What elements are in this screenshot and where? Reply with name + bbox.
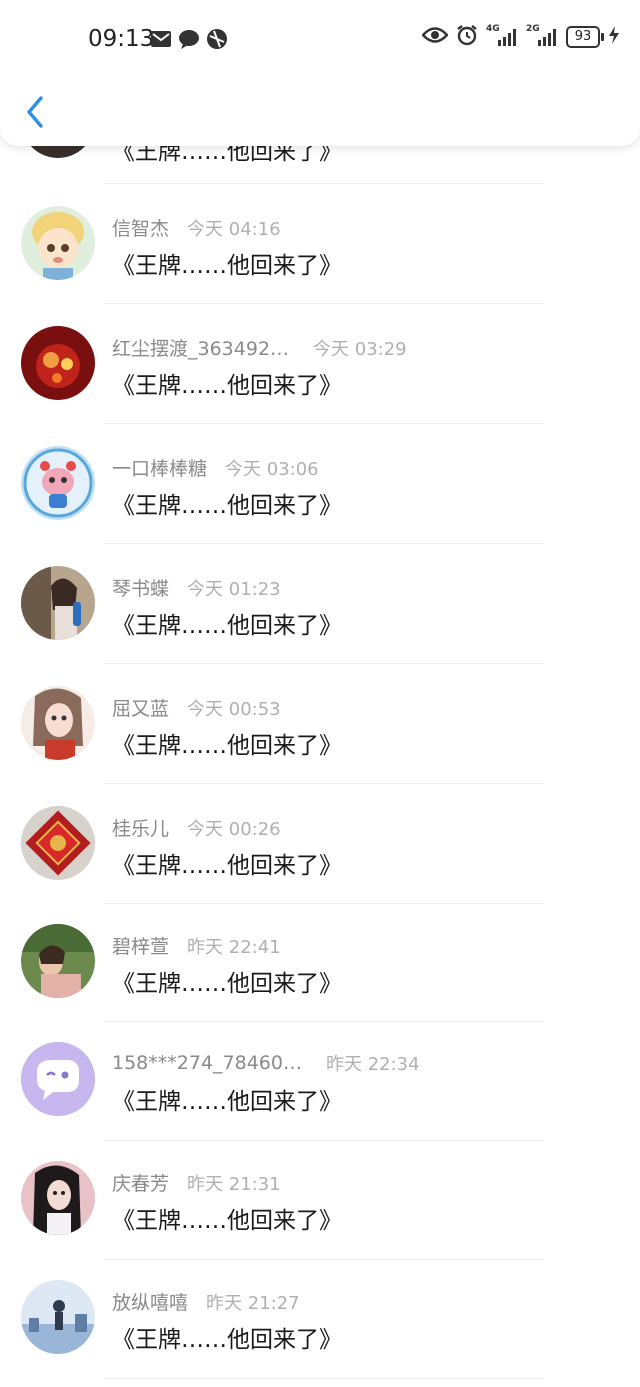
message-time: 今天 00:26 — [187, 818, 281, 840]
message-meta: 红尘摆渡_363492… 今天 03:29 — [112, 334, 407, 361]
message-time: 今天 03:06 — [225, 458, 319, 480]
sender-name[interactable]: 放纵嘻嘻 — [112, 1288, 188, 1315]
message-text: 《王牌……他回来了》 — [112, 253, 342, 279]
list-item[interactable]: 红尘摆渡_363492… 今天 03:29 《王牌……他回来了》 — [0, 304, 640, 424]
message-meta: 一口棒棒糖 今天 03:06 — [112, 454, 319, 481]
list-item[interactable]: 放纵嘻嘻 昨天 21:27 《王牌……他回来了》 — [0, 1260, 640, 1380]
list-item[interactable]: 桂乐儿 今天 00:26 《王牌……他回来了》 — [0, 784, 640, 904]
mail-icon — [150, 28, 172, 50]
avatar[interactable] — [21, 924, 95, 998]
message-time: 今天 04:16 — [187, 218, 281, 240]
message-text: 《王牌……他回来了》 — [112, 1089, 342, 1115]
signal-4g-icon: 4G — [486, 24, 518, 48]
avatar[interactable] — [21, 566, 95, 640]
message-meta: 庆春芳 昨天 21:31 — [112, 1169, 281, 1196]
alarm-icon — [456, 24, 478, 50]
list-item[interactable]: 一口棒棒糖 今天 03:06 《王牌……他回来了》 — [0, 424, 640, 544]
avatar[interactable] — [21, 686, 95, 760]
sender-name[interactable]: 158***274_78460… — [112, 1052, 302, 1074]
message-time: 昨天 22:34 — [325, 1054, 420, 1075]
battery-indicator: 93 — [566, 26, 604, 48]
avatar[interactable] — [21, 446, 95, 520]
message-time: 昨天 21:31 — [187, 1173, 281, 1195]
list-item[interactable]: 158***274_78460… 昨天 22:34 《王牌……他回来了》 — [0, 1022, 640, 1142]
message-meta: 158***274_78460… 昨天 22:34 — [112, 1050, 420, 1076]
avatar[interactable] — [21, 1042, 95, 1116]
sender-name[interactable]: 庆春芳 — [112, 1169, 169, 1196]
browser-icon — [206, 28, 228, 50]
sender-name[interactable]: 红尘摆渡_363492… — [112, 334, 289, 361]
sender-name[interactable]: 碧梓萱 — [112, 932, 169, 959]
message-time: 今天 00:53 — [187, 698, 281, 720]
avatar[interactable] — [21, 1280, 95, 1354]
message-text: 《王牌……他回来了》 — [112, 373, 342, 399]
message-text: 《王牌……他回来了》 — [112, 493, 342, 519]
message-meta: 桂乐儿 今天 00:26 — [112, 814, 281, 841]
avatar[interactable] — [21, 206, 95, 280]
list-item[interactable]: 琴书蝶 今天 01:23 《王牌……他回来了》 — [0, 544, 640, 664]
message-time: 昨天 21:27 — [206, 1292, 300, 1314]
status-bar: 09:13 4G 2G 93 — [0, 0, 640, 80]
avatar[interactable] — [21, 326, 95, 400]
signal-2g-icon: 2G — [526, 24, 558, 48]
message-meta: 信智杰 今天 04:16 — [112, 214, 281, 241]
message-text: 《王牌……他回来了》 — [112, 971, 342, 997]
message-time: 今天 03:29 — [313, 338, 407, 360]
system-icons: 4G 2G 93 — [421, 24, 620, 50]
divider — [104, 1378, 544, 1379]
clock: 09:13 — [88, 26, 155, 52]
message-meta: 屈又蓝 今天 00:53 — [112, 694, 281, 721]
avatar[interactable] — [21, 1161, 95, 1235]
sender-name[interactable]: 琴书蝶 — [112, 574, 169, 601]
message-text: 《王牌……他回来了》 — [112, 1208, 342, 1234]
chevron-left-icon — [27, 96, 43, 128]
sender-name[interactable]: 屈又蓝 — [112, 694, 169, 721]
message-text: 《王牌……他回来了》 — [112, 1327, 342, 1353]
back-button[interactable] — [18, 92, 52, 132]
sender-name[interactable]: 信智杰 — [112, 214, 169, 241]
sender-name[interactable]: 一口棒棒糖 — [112, 454, 207, 481]
avatar[interactable] — [21, 806, 95, 880]
message-time: 今天 01:23 — [187, 578, 281, 600]
top-header: 09:13 4G 2G 93 — [0, 0, 640, 146]
message-meta: 碧梓萱 昨天 22:41 — [112, 932, 281, 959]
list-item[interactable]: 屈又蓝 今天 00:53 《王牌……他回来了》 — [0, 664, 640, 784]
message-text: 《王牌……他回来了》 — [112, 613, 342, 639]
message-meta: 放纵嘻嘻 昨天 21:27 — [112, 1288, 300, 1315]
list-item[interactable]: 庆春芳 昨天 21:31 《王牌……他回来了》 — [0, 1141, 640, 1261]
list-item[interactable]: 信智杰 今天 04:16 《王牌……他回来了》 — [0, 184, 640, 304]
eye-icon — [421, 26, 449, 48]
sender-name[interactable]: 桂乐儿 — [112, 814, 169, 841]
list-item[interactable]: 碧梓萱 昨天 22:41 《王牌……他回来了》 — [0, 904, 640, 1024]
chat-bubble-icon — [178, 28, 200, 50]
message-time: 昨天 22:41 — [187, 936, 281, 958]
message-meta: 琴书蝶 今天 01:23 — [112, 574, 281, 601]
message-text: 《王牌……他回来了》 — [112, 853, 342, 879]
charging-icon — [608, 25, 620, 49]
notification-icons — [150, 28, 228, 50]
message-text: 《王牌……他回来了》 — [112, 733, 342, 759]
